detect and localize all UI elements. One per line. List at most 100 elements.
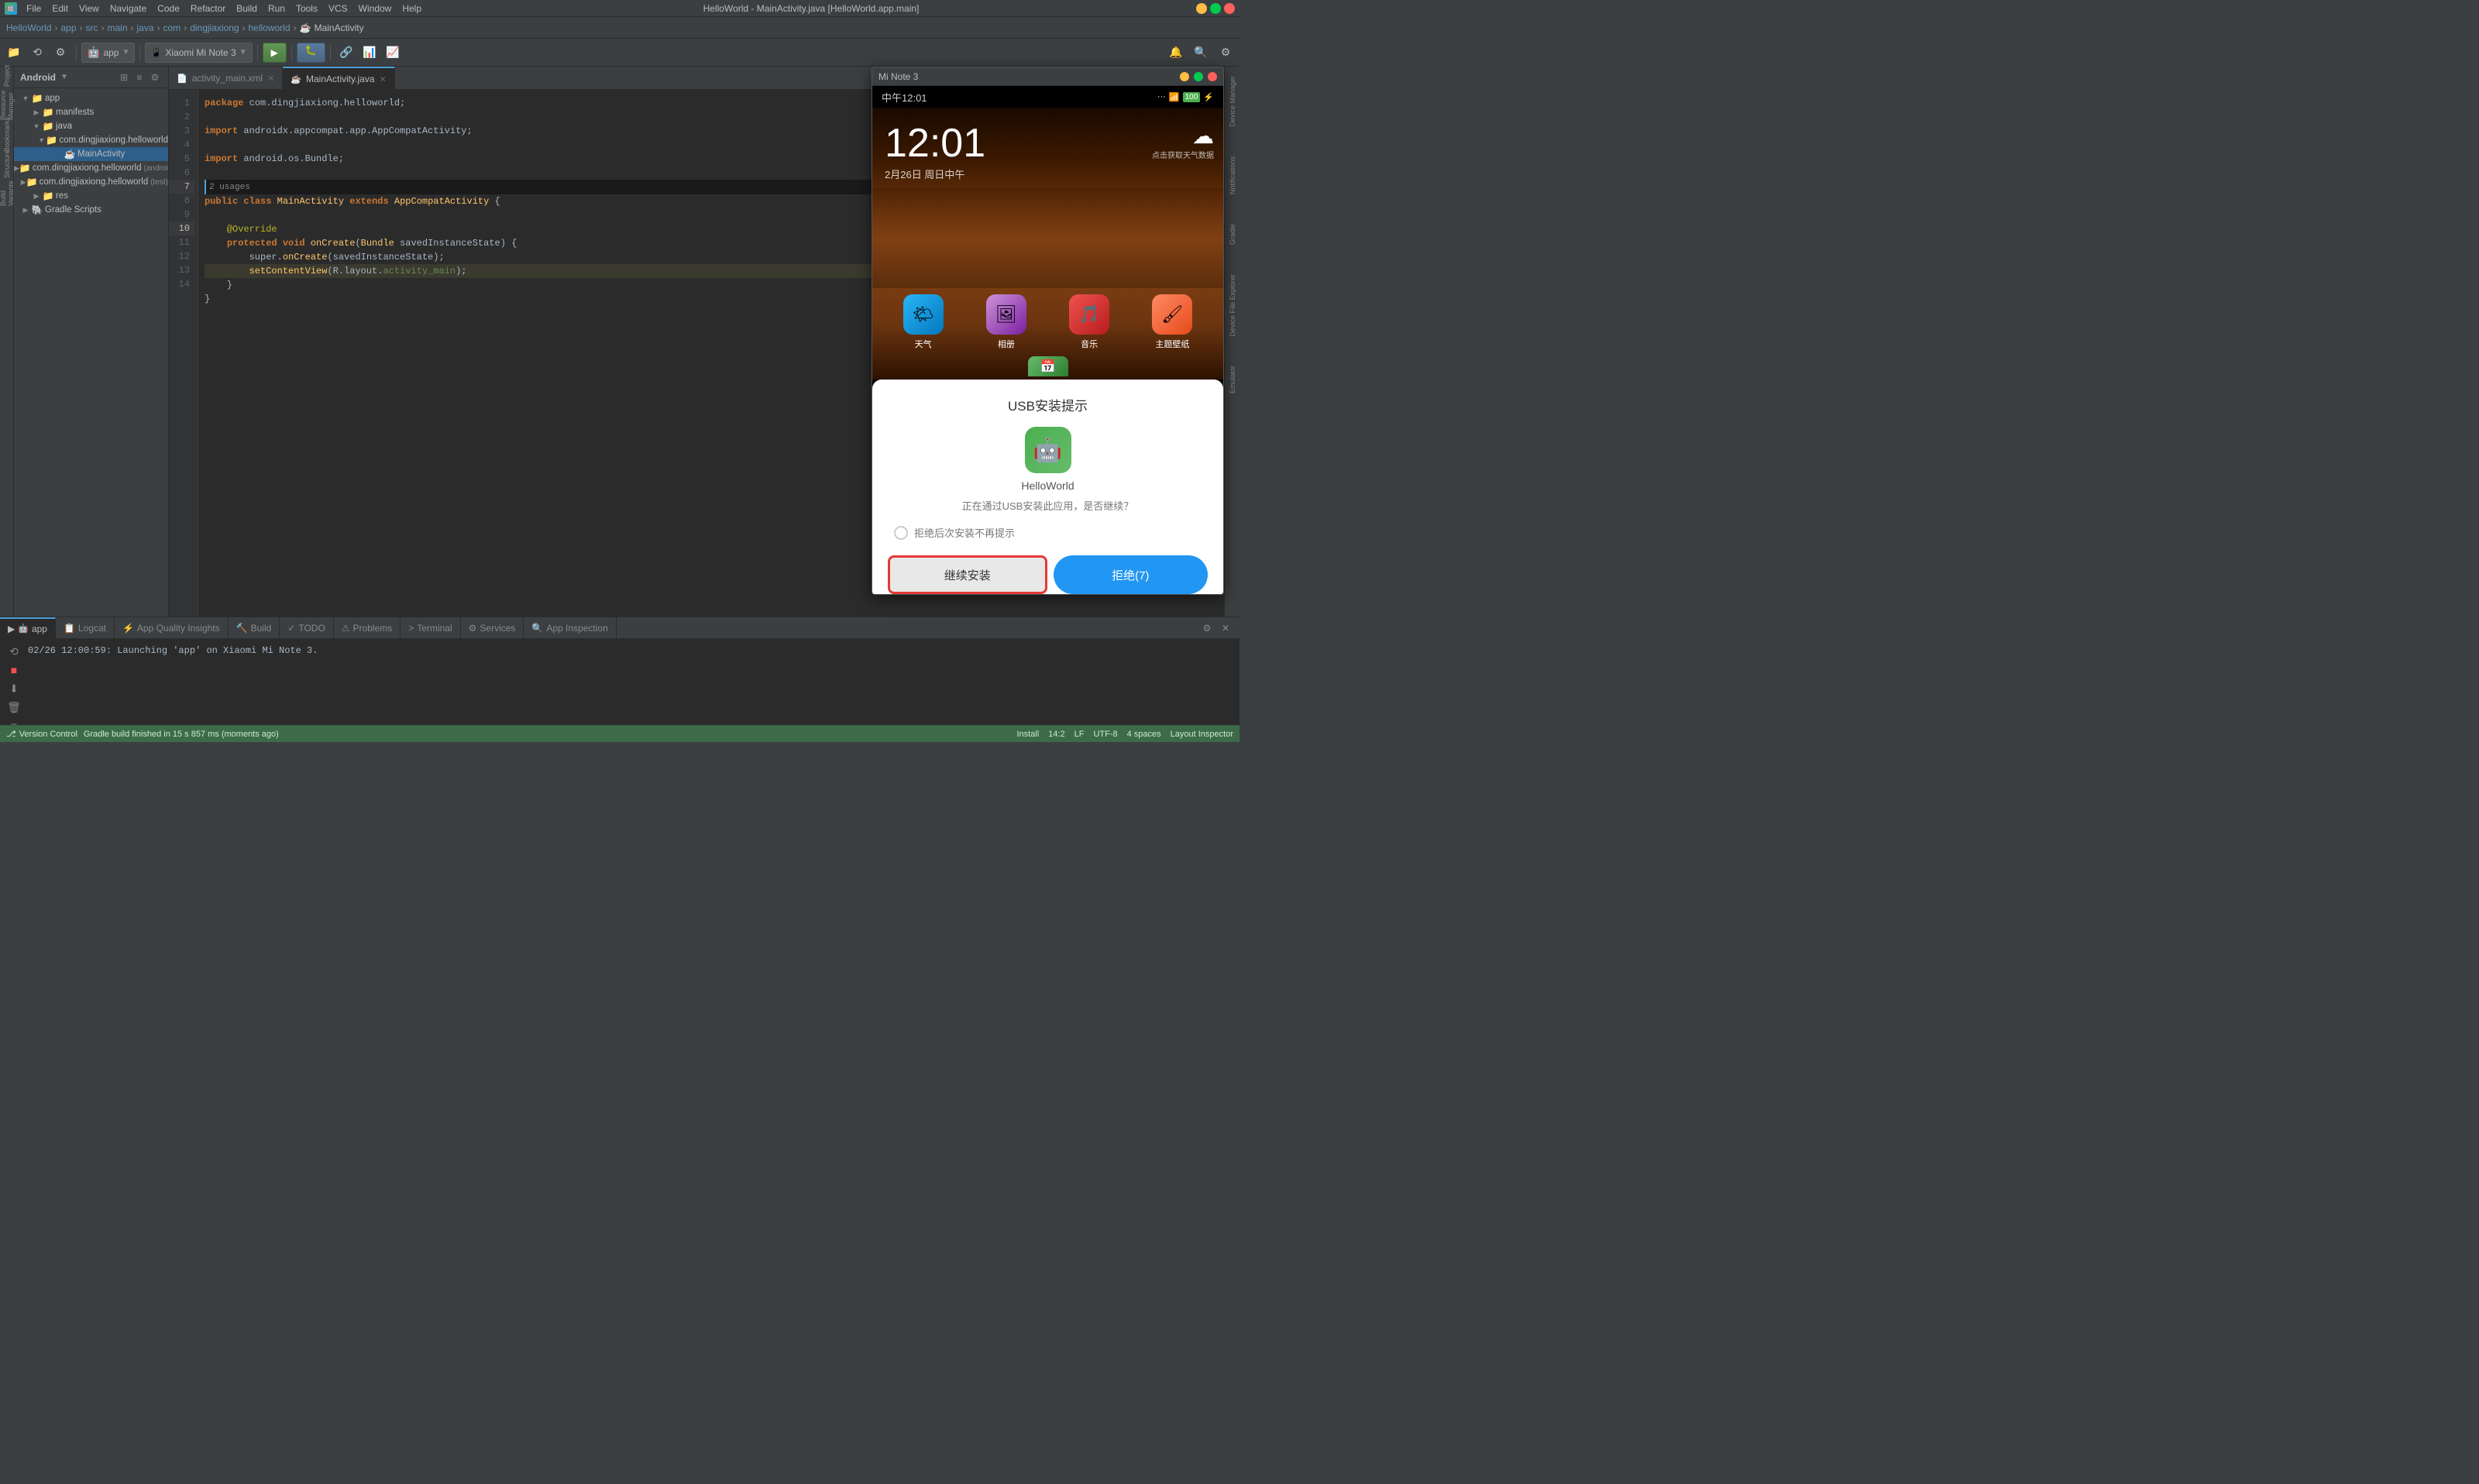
breadcrumb-java[interactable]: java [137, 22, 154, 33]
right-icon-device-file-explorer[interactable]: Device File Explorer [1227, 268, 1238, 343]
expand-arrow-androidtest[interactable]: ▶ [14, 164, 19, 173]
tree-item-java[interactable]: ▼ 📁 java [14, 119, 168, 133]
expand-arrow-manifests[interactable]: ▶ [31, 108, 42, 117]
bottom-stop-btn[interactable]: ■ [6, 662, 22, 678]
tree-item-res[interactable]: ▶ 📁 res [14, 189, 168, 203]
tree-item-app[interactable]: ▼ 📁 app [14, 91, 168, 105]
toolbar-settings-btn[interactable]: ⚙ [50, 42, 71, 64]
phone-weather-tap[interactable]: 点击获取天气数据 [1152, 149, 1214, 160]
toolbar-update-btn[interactable]: 🔔 [1165, 42, 1187, 64]
menu-refactor[interactable]: Refactor [186, 2, 230, 15]
expand-arrow-test[interactable]: ▶ [21, 178, 26, 187]
right-icon-notifications[interactable]: Notifications [1227, 150, 1238, 201]
expand-arrow-res[interactable]: ▶ [31, 192, 42, 201]
expand-arrow-package[interactable]: ▼ [37, 136, 46, 144]
menu-tools[interactable]: Tools [291, 2, 322, 15]
expand-arrow-java[interactable]: ▼ [31, 122, 42, 130]
device-minimize-btn[interactable] [1180, 72, 1189, 81]
status-version-control[interactable]: ⎇ Version Control [6, 729, 77, 739]
bottom-settings2-btn[interactable]: ≡ [6, 718, 22, 725]
menu-help[interactable]: Help [397, 2, 426, 15]
phone-app-photos[interactable]: 🖼 相册 [986, 294, 1026, 350]
expand-arrow-app[interactable]: ▼ [20, 94, 31, 102]
breadcrumb-helloworld[interactable]: HelloWorld [6, 22, 51, 33]
tree-item-package-test[interactable]: ▶ 📁 com.dingjiaxiong.helloworld (test) [14, 175, 168, 189]
bottom-rerun-btn[interactable]: ⟲ [6, 644, 22, 659]
status-encoding[interactable]: UTF-8 [1093, 730, 1117, 739]
menu-vcs[interactable]: VCS [324, 2, 352, 15]
tree-item-package-main[interactable]: ▼ 📁 com.dingjiaxiong.helloworld [14, 133, 168, 147]
bottom-tab-problems[interactable]: ⚠ Problems [334, 617, 401, 639]
device-selector[interactable]: 📱 Xiaomi Mi Note 3 ▼ [145, 43, 252, 63]
breadcrumb-helloworld2[interactable]: helloworld [249, 22, 291, 33]
bottom-clear-btn[interactable]: 🗑 [6, 699, 22, 715]
menu-window[interactable]: Window [354, 2, 397, 15]
breadcrumb-main[interactable]: main [108, 22, 128, 33]
status-indent[interactable]: 4 spaces [1127, 730, 1161, 739]
bottom-settings-btn[interactable]: ⚙ [1199, 620, 1215, 636]
bottom-tab-logcat[interactable]: 📋 Logcat [56, 617, 115, 639]
close-button[interactable]: ✕ [1224, 3, 1235, 14]
device-close-btn[interactable] [1208, 72, 1217, 81]
sidebar-structure-icon[interactable]: Structure [1, 158, 13, 170]
toolbar-attach-btn[interactable]: 🔗 [335, 42, 357, 64]
breadcrumb-com[interactable]: com [163, 22, 181, 33]
panel-settings-btn[interactable]: ⚙ [148, 70, 162, 84]
debug-button[interactable]: 🐛 [297, 43, 325, 63]
bottom-tab-app-inspection[interactable]: 🔍 App Inspection [524, 617, 616, 639]
status-layout-inspector[interactable]: Layout Inspector [1171, 730, 1233, 739]
toolbar-project-view-btn[interactable]: 📁 [3, 42, 25, 64]
toolbar-search-btn[interactable]: 🔍 [1190, 42, 1212, 64]
status-line-ending[interactable]: LF [1074, 730, 1085, 739]
menu-build[interactable]: Build [232, 2, 262, 15]
phone-app-theme[interactable]: 🖌 主题壁纸 [1152, 294, 1192, 350]
toolbar-coverage-btn[interactable]: 📊 [359, 42, 380, 64]
tree-item-gradle[interactable]: ▶ 🐘 Gradle Scripts [14, 203, 168, 217]
usb-reject-button[interactable]: 拒绝(7) [1054, 555, 1209, 594]
tab-close-java[interactable]: ✕ [379, 74, 386, 84]
maximize-button[interactable]: □ [1210, 3, 1221, 14]
tab-close-xml[interactable]: ✕ [267, 74, 274, 84]
sidebar-bookmarks-icon[interactable]: Bookmarks [1, 129, 13, 141]
bottom-tab-run[interactable]: ▶ 🤖 app [0, 617, 56, 639]
menu-file[interactable]: File [22, 2, 46, 15]
expand-arrow-gradle[interactable]: ▶ [20, 206, 31, 215]
breadcrumb-ding[interactable]: dingjiaxiong [190, 22, 239, 33]
tab-mainactivity-java[interactable]: ☕ MainActivity.java ✕ [283, 67, 394, 90]
bottom-tab-app-quality[interactable]: ⚡ App Quality Insights [115, 617, 229, 639]
menu-code[interactable]: Code [153, 2, 184, 15]
right-icon-device-manager[interactable]: Device Manager [1227, 70, 1238, 133]
bottom-scroll-output-btn[interactable]: ⬇ [6, 681, 22, 696]
sidebar-build-variants-icon[interactable]: Build Variants [1, 187, 13, 200]
tree-item-manifests[interactable]: ▶ 📁 manifests [14, 105, 168, 119]
bottom-tab-todo[interactable]: ✓ TODO [280, 617, 334, 639]
bottom-tab-build[interactable]: 🔨 Build [229, 617, 280, 639]
breadcrumb-app[interactable]: app [60, 22, 76, 33]
menu-run[interactable]: Run [263, 2, 290, 15]
usb-remember-checkbox[interactable] [894, 526, 908, 540]
right-icon-gradle[interactable]: Gradle [1227, 218, 1238, 251]
device-maximize-btn[interactable] [1194, 72, 1203, 81]
panel-scope-btn[interactable]: ⊞ [117, 70, 131, 84]
run-button[interactable]: ▶ [263, 43, 287, 63]
app-selector[interactable]: 🤖 app ▼ [81, 43, 135, 63]
toolbar-sync-btn[interactable]: ⟲ [26, 42, 48, 64]
menu-view[interactable]: View [74, 2, 104, 15]
right-icon-emulator[interactable]: Emulator [1227, 359, 1238, 400]
bottom-close-btn[interactable]: ✕ [1218, 620, 1233, 636]
toolbar-profile-btn[interactable]: 📈 [382, 42, 404, 64]
tree-item-mainactivity[interactable]: ▶ ☕ MainActivity [14, 147, 168, 161]
minimize-button[interactable]: – [1196, 3, 1207, 14]
menu-edit[interactable]: Edit [47, 2, 73, 15]
sidebar-resource-manager-icon[interactable]: Resource Manager [1, 99, 13, 112]
phone-app-weather[interactable]: 🌤 天气 [903, 294, 944, 350]
bottom-tab-services[interactable]: ⚙ Services [461, 617, 524, 639]
tab-activity-main-xml[interactable]: 📄 activity_main.xml ✕ [169, 67, 283, 90]
bottom-tab-terminal[interactable]: > Terminal [401, 617, 460, 639]
panel-collapse-btn[interactable]: ≡ [132, 70, 146, 84]
usb-install-button[interactable]: 继续安装 [888, 555, 1047, 594]
project-dropdown-icon[interactable]: ▼ [60, 73, 68, 81]
phone-app-music[interactable]: 🎵 音乐 [1069, 294, 1109, 350]
status-install[interactable]: Install [1016, 730, 1039, 739]
menu-navigate[interactable]: Navigate [105, 2, 151, 15]
